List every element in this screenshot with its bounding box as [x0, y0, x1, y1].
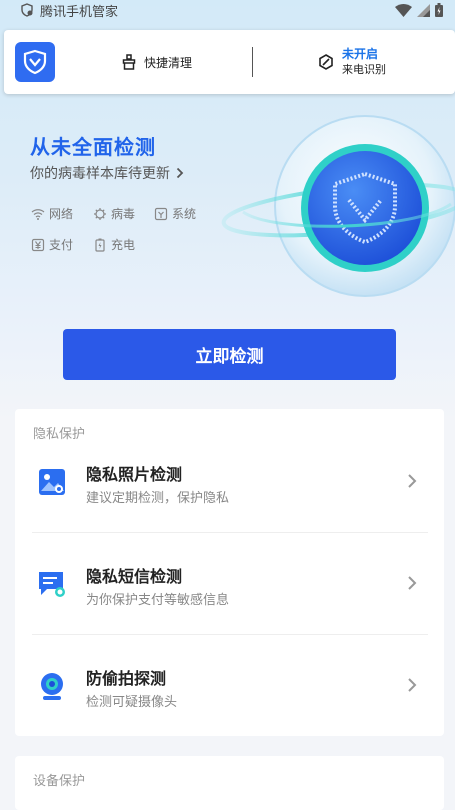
- webcam-icon: [41, 673, 63, 700]
- sms-scan-icon: [39, 572, 65, 597]
- chevron-right-icon: [176, 167, 184, 179]
- cellular-signal-icon: [417, 3, 430, 17]
- privacy-photo-scan-title: 隐私照片检测: [86, 465, 183, 484]
- caller-id-label: 来电识别: [342, 63, 386, 76]
- broom-icon: [122, 54, 136, 70]
- system-icon: [154, 207, 168, 220]
- privacy-sms-scan-subtitle: 为你保护支付等敏感信息: [86, 593, 230, 608]
- status-bar: 腾讯手机管家: [0, 0, 455, 20]
- app-logo[interactable]: [15, 42, 55, 82]
- anti-spy-camera-title: 防偷拍探测: [86, 669, 167, 688]
- privacy-sms-scan-row[interactable]: 隐私短信检测 为你保护支付等敏感信息: [15, 531, 444, 633]
- privacy-sms-scan-title: 隐私短信检测: [86, 567, 183, 586]
- caller-id-status: 未开启: [342, 47, 379, 61]
- photo-scan-icon: [39, 469, 65, 495]
- tag-network: 网络: [31, 205, 73, 222]
- chevron-right-icon: [408, 474, 417, 488]
- tag-system: 系统: [154, 205, 196, 222]
- wifi-signal-icon: [395, 3, 412, 17]
- caller-id-hexagon-icon: [319, 54, 333, 70]
- shield-logo-icon: [23, 49, 47, 75]
- anti-spy-camera-row[interactable]: 防偷拍探测 检测可疑摄像头: [15, 633, 444, 735]
- tag-virus: 病毒: [93, 205, 135, 222]
- scan-now-button[interactable]: 立即检测: [63, 329, 396, 380]
- scan-status-title: 从未全面检测: [30, 135, 156, 159]
- manager-app-icon: [21, 3, 33, 17]
- status-app-name: 腾讯手机管家: [40, 4, 119, 20]
- chevron-right-icon: [408, 576, 417, 590]
- quick-clean-label: 快捷清理: [144, 55, 193, 70]
- privacy-protection-card: 隐私保护 隐私照片检测 建议定期检测，保护隐私 隐私短信检测 为你保护支付等敏感…: [15, 409, 444, 736]
- device-protection-card: 设备保护: [15, 756, 444, 810]
- tag-charging: 充电: [93, 236, 135, 253]
- quick-clean-button[interactable]: 快捷清理: [122, 30, 192, 94]
- shield-globe-illustration: [221, 115, 455, 297]
- tag-payment: 支付: [31, 236, 73, 253]
- anti-spy-camera-subtitle: 检测可疑摄像头: [86, 695, 178, 710]
- device-section-title: 设备保护: [33, 774, 86, 789]
- virus-db-update-link[interactable]: 你的病毒样本库待更新: [30, 163, 184, 183]
- status-indicators: [395, 3, 443, 17]
- battery-status-icon: [435, 3, 443, 17]
- battery-icon: [95, 238, 105, 252]
- quick-notification-bar: 快捷清理 未开启 来电识别: [4, 30, 455, 94]
- notification-divider: [252, 47, 253, 77]
- chevron-right-icon: [408, 678, 417, 692]
- caller-id-toggle[interactable]: 未开启 来电识别: [318, 30, 386, 94]
- wifi-icon: [31, 208, 45, 220]
- privacy-photo-scan-subtitle: 建议定期检测，保护隐私: [86, 491, 230, 506]
- virus-db-update-text: 你的病毒样本库待更新: [30, 166, 170, 182]
- privacy-photo-scan-row[interactable]: 隐私照片检测 建议定期检测，保护隐私: [15, 429, 444, 531]
- yuan-icon: [31, 238, 45, 251]
- virus-icon: [94, 207, 106, 220]
